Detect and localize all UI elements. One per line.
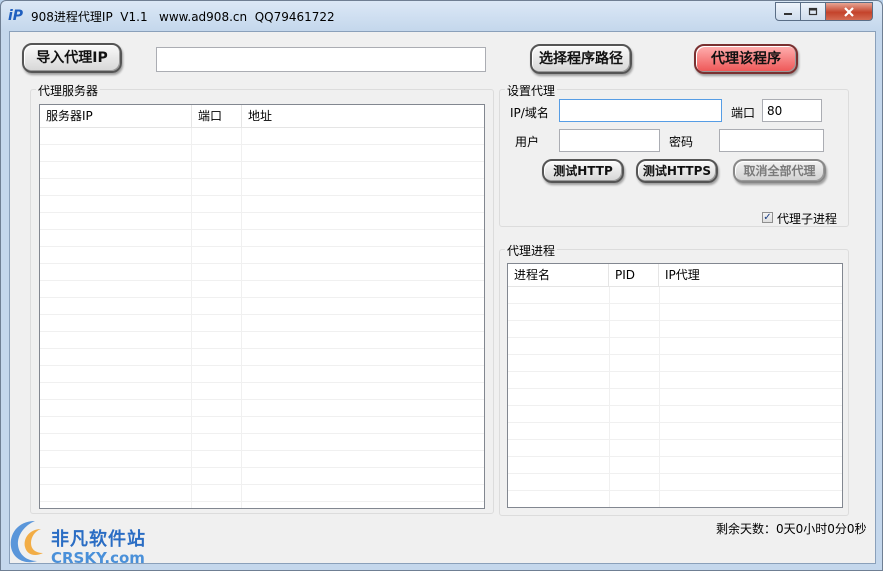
user-input[interactable]	[559, 129, 660, 152]
crsky-logo-icon	[10, 521, 43, 563]
proxy-settings-group-label: 设置代理	[505, 82, 558, 99]
column-header-ip-proxy[interactable]: IP代理	[659, 264, 842, 286]
app-window: iP 908进程代理IP V1.1 www.ad908.cn QQ7946172…	[0, 0, 883, 571]
column-divider	[191, 128, 192, 508]
watermark-cn-text: 非凡软件站	[51, 529, 146, 550]
port-label: 端口	[731, 106, 756, 120]
ip-domain-label: IP/域名	[510, 106, 549, 120]
title-bar[interactable]: iP 908进程代理IP V1.1 www.ad908.cn QQ7946172…	[1, 1, 882, 31]
crsky-watermark: 非凡软件站 CRSKY.com	[1, 511, 171, 570]
import-proxy-ip-button[interactable]: 导入代理IP	[22, 43, 122, 73]
column-header-address[interactable]: 地址	[242, 105, 484, 127]
test-https-button[interactable]: 测试HTTPS	[636, 159, 718, 183]
program-path-input[interactable]	[156, 47, 486, 72]
maximize-icon	[801, 4, 825, 21]
child-process-checkbox[interactable]: ✓	[762, 212, 773, 223]
maximize-button[interactable]	[801, 2, 826, 21]
column-header-server-ip[interactable]: 服务器IP	[40, 105, 192, 127]
proxy-processes-list[interactable]: 进程名 PID IP代理	[507, 263, 843, 508]
minimize-icon	[776, 4, 800, 21]
remaining-days-status: 剩余天数：0天0小时0分0秒	[716, 522, 867, 536]
proxy-servers-group-label: 代理服务器	[36, 82, 101, 99]
cancel-all-proxy-button[interactable]: 取消全部代理	[733, 159, 826, 183]
proxy-processes-group-label: 代理进程	[505, 242, 558, 259]
user-label: 用户	[515, 135, 540, 149]
password-label: 密码	[669, 135, 694, 149]
column-divider	[659, 287, 660, 507]
proxy-program-button[interactable]: 代理该程序	[694, 44, 798, 74]
minimize-button[interactable]	[775, 2, 801, 21]
proxy-servers-rows[interactable]	[40, 128, 484, 508]
watermark-en-text: CRSKY.com	[51, 549, 145, 567]
port-input[interactable]	[762, 99, 822, 122]
select-program-path-button[interactable]: 选择程序路径	[530, 44, 632, 74]
child-process-label[interactable]: 代理子进程	[777, 210, 837, 227]
proxy-servers-list[interactable]: 服务器IP 端口 地址	[39, 104, 485, 509]
window-title: 908进程代理IP V1.1 www.ad908.cn QQ79461722	[31, 10, 335, 24]
proxy-servers-header: 服务器IP 端口 地址	[40, 105, 484, 128]
window-controls	[775, 2, 873, 21]
app-icon: iP	[8, 8, 24, 24]
proxy-processes-header: 进程名 PID IP代理	[508, 264, 842, 287]
close-button[interactable]	[826, 2, 873, 21]
password-input[interactable]	[719, 129, 824, 152]
column-divider	[609, 287, 610, 507]
column-header-process-name[interactable]: 进程名	[508, 264, 609, 286]
test-http-button[interactable]: 测试HTTP	[542, 159, 624, 183]
column-header-port[interactable]: 端口	[192, 105, 242, 127]
proxy-processes-rows[interactable]	[508, 287, 842, 507]
ip-domain-input[interactable]	[559, 99, 722, 122]
close-icon	[826, 4, 872, 22]
column-divider	[241, 128, 242, 508]
client-area: 导入代理IP 选择程序路径 代理该程序 代理服务器 服务器IP 端口 地址 设置…	[9, 31, 876, 564]
column-header-pid[interactable]: PID	[609, 264, 659, 286]
